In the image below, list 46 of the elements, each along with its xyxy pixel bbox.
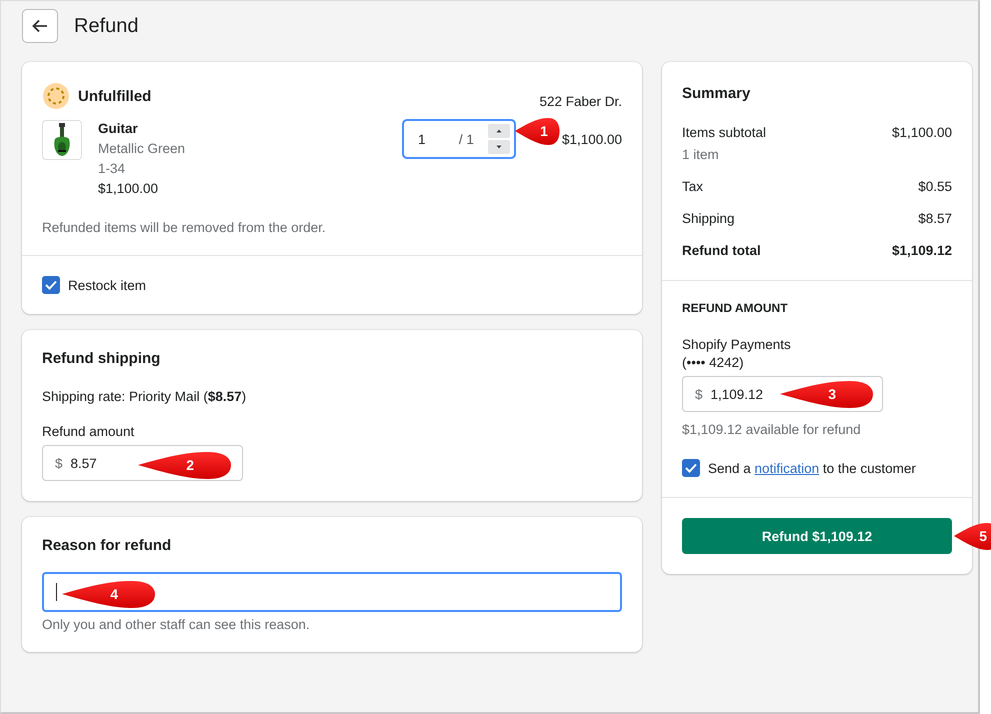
- variant-text: Metallic Green: [98, 140, 186, 157]
- product-name: Guitar: [98, 120, 139, 137]
- summary-label: Shipping: [682, 211, 735, 226]
- summary-value: $0.55: [918, 179, 952, 194]
- summary-value: $8.57: [918, 211, 952, 226]
- shipping-rate-text: Shipping rate: Priority Mail ($8.57): [42, 389, 248, 404]
- card-number: (•••• 4242): [682, 355, 745, 370]
- callout-marker: 4: [60, 578, 156, 610]
- callout-marker: 5: [953, 520, 991, 552]
- status-icon: [42, 82, 70, 110]
- section-title: Reason for refund: [42, 537, 172, 554]
- reason-field[interactable]: [42, 572, 622, 612]
- summary-value: $1,109.12: [892, 243, 952, 258]
- help-text: Only you and other staff can see this reason.: [42, 617, 311, 632]
- status-label: Unfulfilled: [78, 88, 152, 104]
- checkbox-label: Restock item: [68, 278, 146, 292]
- payment-method: Shopify Payments: [682, 337, 792, 352]
- refund-button[interactable]: Refund $1,109.12: [682, 518, 952, 554]
- arrow-left-icon: [32, 19, 48, 33]
- sku-text: 1-34: [98, 160, 126, 177]
- notification-link[interactable]: notification: [754, 460, 820, 476]
- info-text: Refunded items will be removed from the order.: [42, 220, 327, 235]
- summary-value: $1,100.00: [892, 125, 952, 140]
- callout-marker: 1: [514, 115, 560, 147]
- field-label: Refund amount: [42, 424, 136, 439]
- back-button[interactable]: [22, 9, 58, 43]
- section-heading: REFUND AMOUNT: [682, 301, 789, 315]
- decrement-icon[interactable]: [488, 140, 510, 154]
- item-count: 1 item: [682, 147, 720, 162]
- checkbox[interactable]: [42, 276, 60, 294]
- callout-marker: 2: [136, 449, 232, 481]
- line-total: $1,100.00: [562, 132, 622, 149]
- quantity-field[interactable]: 1 / 1: [402, 119, 516, 159]
- price-text: $1,100.00: [98, 180, 160, 197]
- summary-label: Items subtotal: [682, 125, 766, 140]
- summary-label: Tax: [682, 179, 704, 194]
- available-text: $1,109.12 available for refund: [682, 422, 862, 437]
- increment-icon[interactable]: [488, 124, 510, 138]
- section-title: Refund shipping: [42, 350, 162, 367]
- summary-label: Refund total: [682, 243, 761, 258]
- callout-marker: 3: [778, 378, 874, 410]
- checkbox[interactable]: [682, 459, 700, 477]
- section-title: Summary: [682, 85, 752, 102]
- notification-text: Send a notification to the customer: [708, 460, 916, 476]
- address-text: 522 Faber Dr.: [539, 94, 622, 109]
- page-title: Refund: [74, 14, 138, 38]
